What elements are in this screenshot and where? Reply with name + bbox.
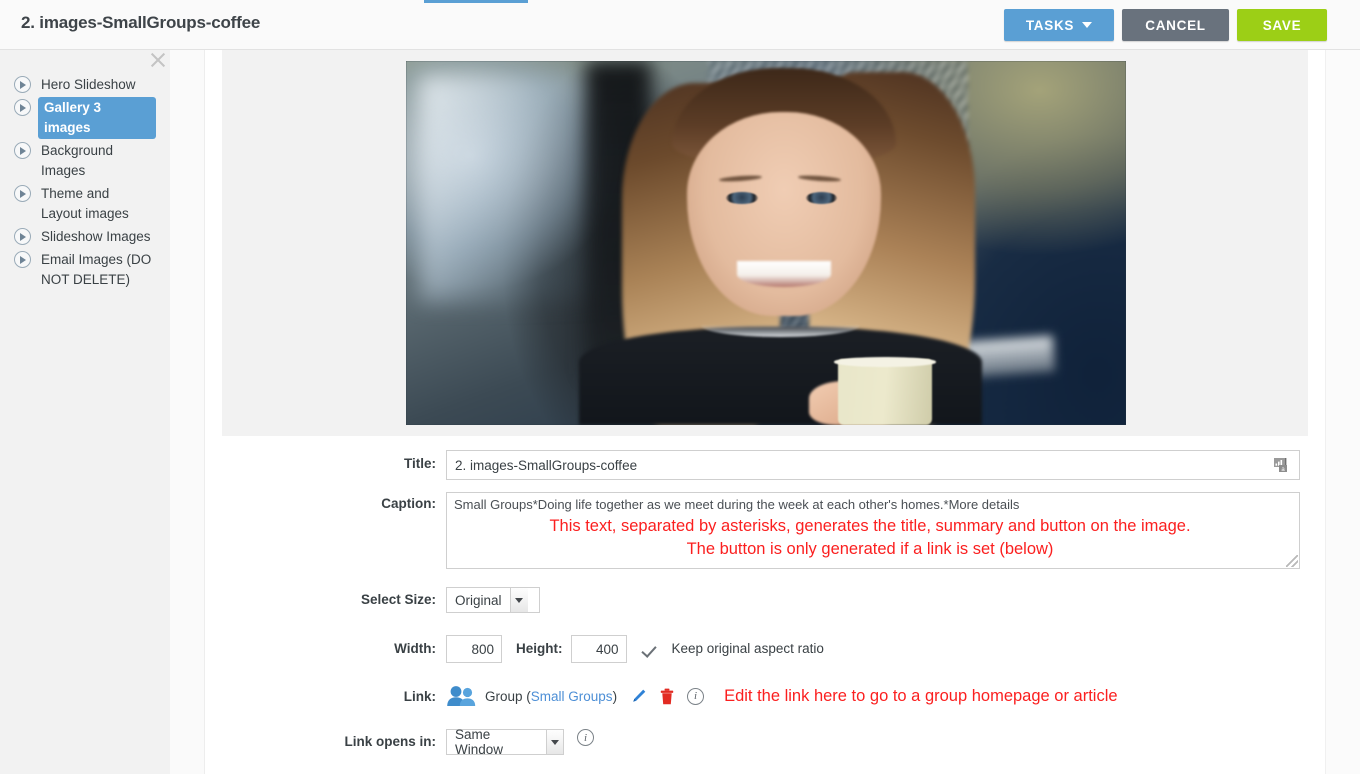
- caption-hint: This text, separated by asterisks, gener…: [447, 515, 1293, 561]
- save-button[interactable]: SAVE: [1237, 9, 1327, 41]
- link-target-name[interactable]: Small Groups: [531, 689, 613, 704]
- sidebar-gutter: [170, 50, 205, 774]
- image-preview-panel: [222, 50, 1308, 436]
- expand-arrow-icon[interactable]: [14, 99, 31, 116]
- link-hint: Edit the link here to go to a group home…: [724, 686, 1118, 705]
- cancel-button[interactable]: CANCEL: [1122, 9, 1229, 41]
- active-tab-indicator: [424, 0, 528, 3]
- expand-arrow-icon[interactable]: [14, 142, 31, 159]
- group-people-icon: [446, 685, 478, 707]
- folder-tree: Hero Slideshow Gallery 3 images Backgrou…: [0, 73, 170, 291]
- resize-handle-icon[interactable]: [1286, 555, 1298, 567]
- save-button-label: SAVE: [1262, 17, 1302, 33]
- delete-link-trash-icon[interactable]: [660, 688, 674, 705]
- image-properties-form: Title: a: [206, 436, 1360, 757]
- title-row: Title: a: [206, 436, 1360, 480]
- sidebar-item-background-images[interactable]: Background Images: [0, 139, 170, 182]
- caption-value: Small Groups*Doing life together as we m…: [454, 497, 1020, 512]
- title-label: Title:: [403, 456, 436, 471]
- caption-hint-line-2: The button is only generated if a link i…: [686, 540, 1054, 558]
- expand-arrow-icon[interactable]: [14, 185, 31, 202]
- expand-arrow-icon[interactable]: [14, 228, 31, 245]
- top-toolbar: 2. images-SmallGroups-coffee TASKS CANCE…: [0, 0, 1360, 50]
- page-title: 2. images-SmallGroups-coffee: [21, 13, 261, 32]
- link-row: Link: Group (Small Groups) i Edit the li…: [206, 663, 1360, 709]
- right-gutter: [1325, 50, 1360, 774]
- sidebar-item-label: Hero Slideshow: [41, 77, 136, 92]
- link-label: Link:: [403, 689, 436, 704]
- sidebar-item-theme-and-layout-images[interactable]: Theme and Layout images: [0, 182, 170, 225]
- link-opens-in-dropdown[interactable]: Same Window: [446, 727, 564, 757]
- keep-aspect-ratio-checkbox[interactable]: [641, 635, 663, 663]
- caption-textarea[interactable]: Small Groups*Doing life together as we m…: [446, 492, 1300, 569]
- edit-link-pencil-icon[interactable]: [630, 688, 647, 705]
- caption-row: Caption: Small Groups*Doing life togethe…: [206, 480, 1360, 569]
- sidebar-item-hero-slideshow[interactable]: Hero Slideshow: [0, 73, 170, 96]
- link-type-text: Group (: [485, 688, 531, 704]
- tasks-button-label: TASKS: [1025, 17, 1075, 33]
- dropdown-arrow-icon: [509, 588, 528, 612]
- link-opens-in-info-icon[interactable]: i: [577, 729, 594, 746]
- dropdown-arrow-icon: [545, 730, 563, 754]
- sidebar-item-label: Gallery 3 images: [38, 97, 156, 139]
- select-size-value: Original: [455, 592, 502, 608]
- translate-icon[interactable]: a: [1272, 455, 1292, 475]
- sidebar-item-label: Slideshow Images: [41, 229, 151, 244]
- sidebar-item-slideshow-images[interactable]: Slideshow Images: [0, 225, 170, 248]
- close-icon[interactable]: [147, 49, 169, 71]
- sidebar-item-gallery-3-images[interactable]: Gallery 3 images: [0, 96, 170, 139]
- select-size-dropdown[interactable]: Original: [446, 587, 540, 613]
- link-opens-in-row: Link opens in: Same Window i: [206, 709, 1360, 757]
- sidebar-item-email-images[interactable]: Email Images (DO NOT DELETE): [0, 248, 170, 291]
- height-label: Height:: [516, 641, 563, 656]
- link-info-icon[interactable]: i: [687, 687, 705, 705]
- dimensions-row: Width: Height: Keep original aspect rati…: [206, 613, 1360, 663]
- link-opens-in-value: Same Window: [455, 727, 504, 757]
- sidebar-item-label: Background Images: [41, 143, 114, 178]
- height-input[interactable]: [570, 635, 627, 663]
- caption-label: Caption:: [381, 496, 436, 511]
- select-size-label: Select Size:: [360, 592, 436, 607]
- width-label: Width:: [394, 641, 436, 656]
- caption-hint-line-1: This text, separated by asterisks, gener…: [549, 517, 1191, 535]
- width-input[interactable]: [446, 635, 502, 663]
- select-size-row: Select Size: Original: [206, 569, 1360, 613]
- keep-aspect-ratio-label: Keep original aspect ratio: [671, 641, 824, 656]
- expand-arrow-icon[interactable]: [14, 76, 31, 93]
- tasks-button[interactable]: TASKS: [1004, 9, 1114, 41]
- folder-tree-sidebar: Hero Slideshow Gallery 3 images Backgrou…: [0, 50, 170, 774]
- sidebar-item-label: Theme and Layout images: [41, 186, 129, 221]
- sidebar-item-label: Email Images (DO NOT DELETE): [41, 252, 152, 287]
- main-content: Title: a: [206, 50, 1360, 774]
- image-editor-screen: 2. images-SmallGroups-coffee TASKS CANCE…: [0, 0, 1360, 774]
- link-target-text: Group (Small Groups): [485, 689, 617, 704]
- cancel-button-label: CANCEL: [1145, 17, 1206, 33]
- image-preview[interactable]: [406, 61, 1126, 425]
- link-opens-in-label: Link opens in:: [344, 734, 436, 749]
- title-input[interactable]: [446, 450, 1300, 480]
- expand-arrow-icon[interactable]: [14, 251, 31, 268]
- link-type-text-end: ): [612, 688, 618, 704]
- chevron-down-icon: [1082, 22, 1093, 28]
